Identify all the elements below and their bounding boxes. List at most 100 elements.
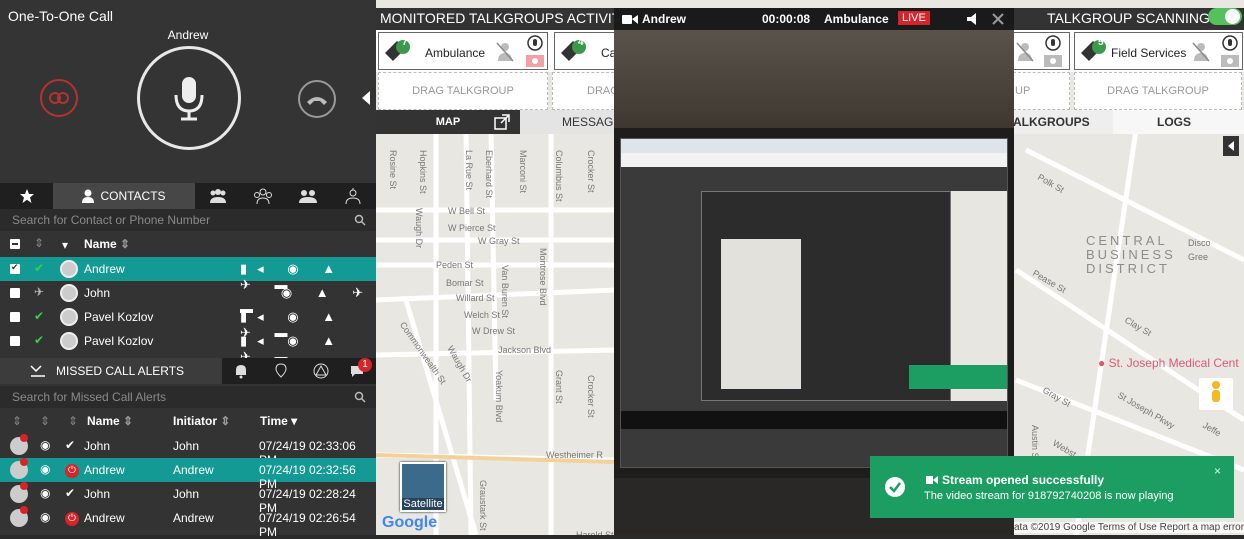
tab-broadcast-groups[interactable]: [330, 183, 376, 209]
tab-groups[interactable]: [195, 183, 240, 209]
collapse-panel-button[interactable]: [360, 90, 372, 106]
close-icon[interactable]: [991, 12, 1005, 26]
missed-call-row[interactable]: ◉ ⏻ Andrew Andrew 07/24/19 02:26:54 PM: [0, 506, 376, 539]
tab-talkgroups[interactable]: [240, 183, 285, 209]
row-checkbox[interactable]: [10, 288, 20, 298]
scanning-talkgroup-cards: 5 Field Services: [1013, 30, 1244, 72]
tab-talkgroups[interactable]: ALKGROUPS: [1013, 110, 1113, 134]
missed-call-row[interactable]: ◉ ✔ John John 07/24/19 02:28:24 PM: [0, 482, 376, 515]
drag-talkgroup-slot[interactable]: DRAG TALKGROUP: [378, 72, 548, 110]
drag-talkgroup-slot[interactable]: DRAG TALKGROUP: [1074, 72, 1242, 110]
tab-emergency-alerts[interactable]: [302, 358, 340, 384]
alert-initiator: Andrew: [173, 511, 214, 525]
initiator-column-header[interactable]: Initiator ⇕: [173, 414, 230, 428]
tab-favorites[interactable]: [0, 183, 53, 209]
push-to-talk-button[interactable]: [137, 46, 241, 150]
sort-icon[interactable]: ⇕: [34, 236, 44, 250]
street-label: Rosine St: [388, 150, 398, 190]
alert-name: John: [84, 487, 111, 501]
street-label: Jackson Blvd: [498, 345, 552, 355]
contact-row[interactable]: ✔ Pavel Kozlov ▮◂ ◉ ▲ ✈ ▬: [0, 329, 376, 364]
monitored-talkgroups-header: MONITORED TALKGROUPS ACTIVIT: [376, 8, 614, 30]
video-taskbar: [621, 411, 1007, 429]
call-participant-name: Andrew: [167, 28, 209, 42]
sort-icon[interactable]: ⇕: [40, 414, 50, 428]
sort-icon[interactable]: ⇕: [68, 414, 78, 428]
call-status-icon: ✔: [65, 486, 76, 500]
status-icon: ✔: [34, 309, 45, 323]
missed-badge: [20, 458, 28, 466]
row-checkbox[interactable]: [10, 312, 20, 322]
drag-talkgroup-slot[interactable]: UP: [1013, 72, 1070, 110]
street-label: Columbus St: [554, 150, 564, 202]
missed-alerts-search-input[interactable]: Search for Missed Call Alerts: [0, 386, 376, 408]
street-label: Bomar St: [446, 278, 484, 288]
video-group-name: Ambulance: [824, 12, 889, 26]
talkgroup-card-field-services[interactable]: 5 Field Services: [1074, 32, 1243, 70]
tab-alerts[interactable]: [222, 358, 260, 384]
poi-hospital[interactable]: ● St. Joseph Medical Cent: [1098, 356, 1239, 370]
sort-icon[interactable]: ⇕: [12, 414, 22, 428]
avatar: [60, 260, 78, 278]
tab-location-alerts[interactable]: [262, 358, 300, 384]
tab-logs[interactable]: LOGS: [1113, 110, 1244, 134]
street-label: Marconi St: [518, 150, 528, 194]
volume-icon[interactable]: [966, 12, 982, 26]
contacts-search-input[interactable]: Search for Contact or Phone Number: [0, 209, 376, 231]
contact-name: Pavel Kozlov: [84, 334, 154, 348]
search-icon: [354, 214, 366, 226]
video-recursive-map: [721, 239, 801, 389]
status-icon: ✔: [34, 333, 45, 347]
phone-hangup-icon: [307, 97, 327, 105]
missed-call-icon: [30, 365, 45, 377]
talk-disabled-icon: [1192, 42, 1210, 62]
tab-message-alerts[interactable]: 1: [340, 358, 376, 384]
contact-row[interactable]: ✔ ✔ Andrew ▮◂ ◉ ▲ ✈ ▬: [0, 257, 376, 292]
drag-talkgroup-slot[interactable]: DRAG: [552, 72, 619, 110]
tab-dispatch-groups[interactable]: [285, 183, 330, 209]
time-column-header[interactable]: Time ▾: [260, 414, 297, 428]
talkgroup-badge: 4: [578, 37, 584, 48]
hang-up-button[interactable]: [298, 80, 336, 118]
popout-icon[interactable]: [494, 114, 510, 130]
contact-row[interactable]: ✔ Pavel Kozlov ▮◂ ◉ ▲ ✈ ▬: [0, 305, 376, 340]
collapse-right-panel-button[interactable]: [1223, 136, 1239, 156]
select-all-checkbox[interactable]: [10, 239, 20, 249]
street-label: Gree: [1188, 252, 1209, 262]
row-checkbox[interactable]: ✔: [10, 262, 20, 274]
street-view-pegman[interactable]: [1199, 378, 1233, 410]
video-ceiling: [614, 30, 1014, 140]
sort-direction-icon: ▾: [62, 238, 69, 252]
missed-alerts-search-placeholder: Search for Missed Call Alerts: [12, 390, 167, 404]
street-label: Waugh Dr: [414, 208, 424, 249]
satellite-toggle[interactable]: Satellite: [400, 462, 446, 512]
group-icon: [209, 189, 226, 203]
hold-button[interactable]: [40, 79, 78, 117]
talkgroup-card-partial[interactable]: 4 Ca: [554, 32, 616, 70]
map-attribution[interactable]: ata ©2019 Google Terms of Use Report a m…: [1014, 522, 1244, 533]
street-label: W Pierce St: [448, 223, 496, 233]
talkgroup-card-ambulance[interactable]: 7 Ambulance: [378, 32, 548, 70]
tab-missed-call-alerts[interactable]: MISSED CALL ALERTS: [0, 358, 222, 384]
missed-badge: [20, 482, 28, 490]
toast-close-icon[interactable]: ×: [1214, 464, 1221, 478]
name-column-header[interactable]: Name ⇕: [87, 414, 133, 428]
missed-call-row[interactable]: ◉✔JohnJohn07/24/19 02:33:06 PM: [0, 434, 376, 467]
tab-messages[interactable]: MESSAGE: [520, 110, 614, 134]
contact-row[interactable]: ✈ John ◉ ▲ ✈ ▬: [0, 281, 376, 316]
video-camera-icon: [926, 476, 938, 484]
status-icon: ✈: [34, 285, 45, 299]
missed-call-row[interactable]: ◉ ⏻ Andrew Andrew 07/24/19 02:32:56 PM: [0, 458, 376, 491]
video-header-bar: Andrew 00:00:08 Ambulance LIVE: [614, 8, 1014, 30]
video-browser-address: [621, 153, 1007, 167]
row-checkbox[interactable]: [10, 336, 20, 346]
alert-initiator: Andrew: [173, 463, 214, 477]
district-label: CENTRAL BUSINESS DISTRICT: [1086, 233, 1176, 276]
audio-icon: ◉: [40, 486, 51, 500]
check-circle-icon: [885, 477, 905, 497]
scanning-card-partial[interactable]: [1013, 32, 1070, 70]
name-column-header[interactable]: Name ⇕: [84, 237, 130, 251]
caret-left-icon: [362, 91, 370, 105]
alert-name: John: [84, 439, 111, 453]
tab-contacts[interactable]: CONTACTS: [53, 183, 195, 209]
